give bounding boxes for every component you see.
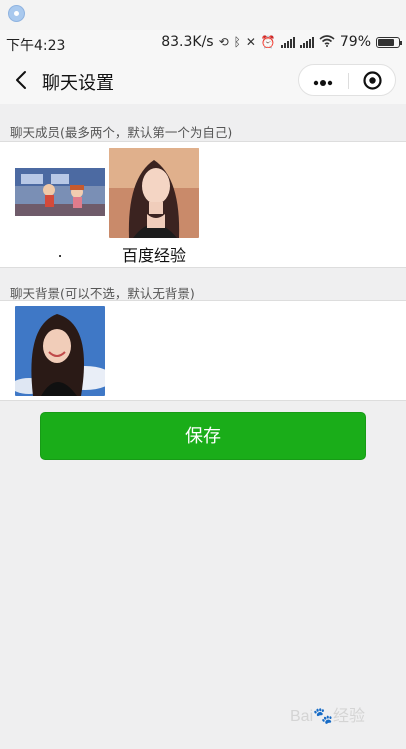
status-indicators: 83.3K/s ⟲ ᛒ ✕ ⏰ 79% xyxy=(161,34,402,50)
network-speed: 83.3K/s xyxy=(161,34,214,50)
capsule-divider xyxy=(348,73,349,89)
member-avatar xyxy=(15,148,105,238)
member-item[interactable]: 百度经验 xyxy=(109,148,199,266)
target-circle-icon xyxy=(363,71,382,90)
system-top-strip xyxy=(0,0,406,30)
signal-icon-2 xyxy=(299,36,314,48)
more-dots-icon xyxy=(313,80,333,86)
member-name: 百度经验 xyxy=(121,246,186,265)
close-mini-program-button[interactable] xyxy=(363,71,382,90)
background-panel xyxy=(0,300,406,401)
save-button[interactable]: 保存 xyxy=(40,412,366,460)
status-time: 下午4:23 xyxy=(6,38,66,54)
member-name: . xyxy=(57,242,63,261)
page-title: 聊天设置 xyxy=(42,73,114,94)
status-bar: 下午4:23 83.3K/s ⟲ ᛒ ✕ ⏰ 79% xyxy=(0,30,406,56)
more-button[interactable] xyxy=(312,74,334,86)
battery-icon xyxy=(376,36,402,48)
bluetooth-icon: ᛒ xyxy=(233,35,241,49)
background-picker[interactable] xyxy=(15,306,105,396)
sync-icon: ⟲ xyxy=(218,35,229,49)
members-section-label: 聊天成员(最多两个，默认第一个为自己) xyxy=(10,125,233,140)
mini-program-capsule xyxy=(298,64,396,96)
members-panel: . 百度经验 xyxy=(0,141,406,268)
wifi-icon xyxy=(319,34,335,50)
chevron-left-icon xyxy=(16,71,26,89)
baidu-jingyan-watermark: Bai🐾经验 xyxy=(290,708,366,725)
alarm-icon: ⏰ xyxy=(260,35,276,49)
mute-icon: ✕ xyxy=(245,35,256,49)
back-button[interactable] xyxy=(10,68,34,92)
app-notification-icon xyxy=(8,5,25,22)
background-image xyxy=(15,306,105,396)
nav-bar: 聊天设置 xyxy=(0,56,406,104)
battery-percent: 79% xyxy=(339,34,371,50)
member-avatar xyxy=(109,148,199,238)
signal-icon xyxy=(280,36,295,48)
member-item[interactable]: . xyxy=(15,148,105,261)
